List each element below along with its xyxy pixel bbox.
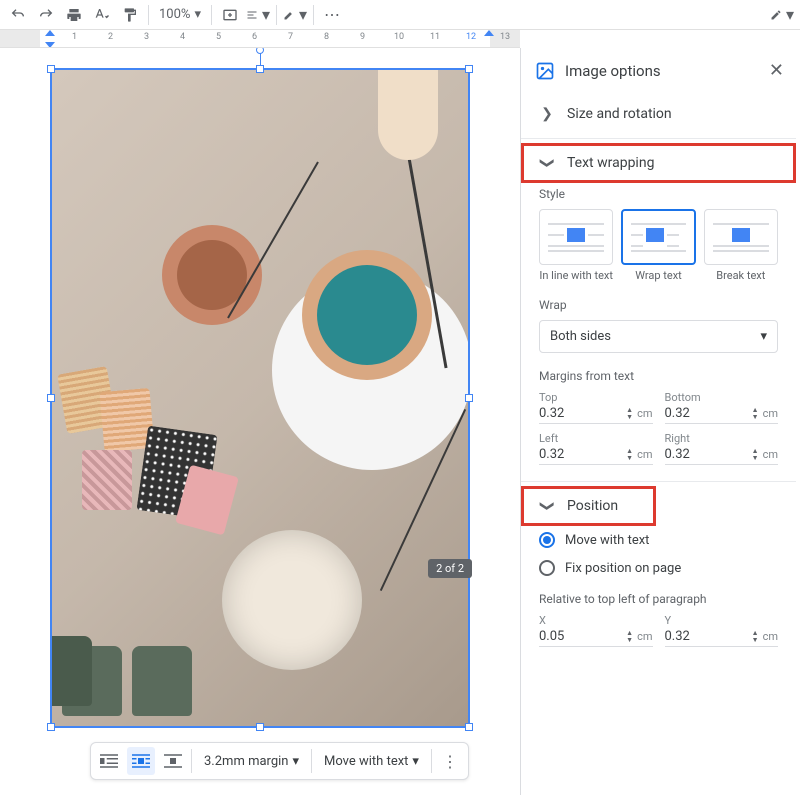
dropdown-icon: ▾ xyxy=(412,754,419,769)
radio-icon xyxy=(539,532,555,548)
margins-label: Margins from text xyxy=(539,369,778,383)
paint-format-icon[interactable] xyxy=(118,3,142,27)
dropdown-icon: ▾ xyxy=(760,329,767,344)
resize-handle[interactable] xyxy=(256,723,264,731)
selected-image[interactable]: 2 of 2 xyxy=(50,68,470,728)
radio-icon xyxy=(539,560,555,576)
image-icon xyxy=(535,61,555,81)
document-canvas[interactable]: 2 of 2 3.2mm margin ▾ Move with text ▾ xyxy=(0,48,520,795)
zoom-dropdown[interactable]: 100% ▾ xyxy=(155,7,205,22)
image-options-sidebar: Image options ✕ ❯ Size and rotation ❯ Te… xyxy=(520,48,800,795)
position-y-input[interactable] xyxy=(665,629,748,644)
wrap-break-button[interactable] xyxy=(159,747,187,775)
separator xyxy=(191,749,192,773)
separator xyxy=(276,5,277,25)
stepper-icon[interactable]: ▲▼ xyxy=(752,448,759,462)
close-icon[interactable]: ✕ xyxy=(767,58,786,83)
margin-dropdown[interactable]: 3.2mm margin ▾ xyxy=(196,747,307,775)
separator xyxy=(313,5,314,25)
style-option-inline[interactable]: In line with text xyxy=(539,209,613,282)
margin-left-input[interactable] xyxy=(539,447,622,462)
stepper-icon[interactable]: ▲▼ xyxy=(626,448,633,462)
margin-right-field: Right ▲▼ cm xyxy=(665,432,779,465)
wrap-inline-button[interactable] xyxy=(95,747,123,775)
separator xyxy=(311,749,312,773)
chevron-right-icon: ❯ xyxy=(539,106,555,122)
rotate-handle[interactable] xyxy=(256,48,264,54)
radio-fix-position[interactable]: Fix position on page xyxy=(539,554,778,582)
horizontal-ruler[interactable]: 1 2 3 4 5 6 7 8 9 10 11 12 13 xyxy=(0,30,520,48)
margin-right-input[interactable] xyxy=(665,447,748,462)
position-x-input[interactable] xyxy=(539,629,622,644)
result-badge: 2 of 2 xyxy=(428,559,472,578)
margin-marker[interactable] xyxy=(484,30,494,36)
align-icon[interactable]: ▾ xyxy=(246,3,270,27)
main-toolbar: 100% ▾ ▾ ▾ ⋯ ▾ xyxy=(0,0,800,30)
chevron-down-icon: ❯ xyxy=(539,155,555,171)
chevron-down-icon: ❯ xyxy=(539,498,555,514)
stepper-icon[interactable]: ▲▼ xyxy=(752,630,759,644)
margin-top-field: Top ▲▼ cm xyxy=(539,391,653,424)
border-color-icon[interactable]: ▾ xyxy=(283,3,307,27)
print-icon[interactable] xyxy=(62,3,86,27)
zoom-value: 100% xyxy=(159,7,190,22)
dropdown-icon: ▾ xyxy=(292,754,299,769)
resize-handle[interactable] xyxy=(465,723,473,731)
indent-marker[interactable] xyxy=(45,30,55,36)
wrap-label: Wrap xyxy=(539,298,778,312)
insert-image-icon[interactable] xyxy=(218,3,242,27)
separator xyxy=(211,5,212,25)
section-size-rotation[interactable]: ❯ Size and rotation xyxy=(521,94,796,134)
radio-move-with-text[interactable]: Move with text xyxy=(539,526,778,554)
separator xyxy=(431,749,432,773)
style-option-break[interactable]: Break text xyxy=(704,209,778,282)
separator xyxy=(148,5,149,25)
wrap-select[interactable]: Both sides ▾ xyxy=(539,320,778,353)
section-position[interactable]: ❯ Position xyxy=(521,486,656,526)
resize-handle[interactable] xyxy=(465,394,473,402)
style-option-wrap[interactable]: Wrap text xyxy=(621,209,695,282)
stepper-icon[interactable]: ▲▼ xyxy=(626,630,633,644)
relative-label: Relative to top left of paragraph xyxy=(539,592,778,606)
section-text-wrapping[interactable]: ❯ Text wrapping xyxy=(521,143,796,183)
resize-handle[interactable] xyxy=(47,65,55,73)
edit-icon[interactable]: ▾ xyxy=(770,3,794,27)
position-y-field: Y ▲▼ cm xyxy=(665,614,779,647)
margin-top-input[interactable] xyxy=(539,406,622,421)
resize-handle[interactable] xyxy=(465,65,473,73)
margin-bottom-input[interactable] xyxy=(665,406,748,421)
wrap-text-button[interactable] xyxy=(127,747,155,775)
resize-handle[interactable] xyxy=(47,723,55,731)
stepper-icon[interactable]: ▲▼ xyxy=(626,407,633,421)
margin-left-field: Left ▲▼ cm xyxy=(539,432,653,465)
margin-bottom-field: Bottom ▲▼ cm xyxy=(665,391,779,424)
undo-icon[interactable] xyxy=(6,3,30,27)
position-x-field: X ▲▼ cm xyxy=(539,614,653,647)
stepper-icon[interactable]: ▲▼ xyxy=(752,407,759,421)
move-dropdown[interactable]: Move with text ▾ xyxy=(316,747,427,775)
dropdown-icon: ▾ xyxy=(194,7,201,22)
image-content xyxy=(52,70,468,726)
resize-handle[interactable] xyxy=(256,65,264,73)
more-icon[interactable]: ⋯ xyxy=(320,3,344,27)
resize-handle[interactable] xyxy=(47,394,55,402)
redo-icon[interactable] xyxy=(34,3,58,27)
sidebar-title: Image options xyxy=(565,62,757,80)
sidebar-header: Image options ✕ xyxy=(521,48,800,94)
spellcheck-icon[interactable] xyxy=(90,3,114,27)
image-floating-toolbar: 3.2mm margin ▾ Move with text ▾ ⋮ xyxy=(90,742,469,780)
style-label: Style xyxy=(539,187,778,201)
more-options-icon[interactable]: ⋮ xyxy=(436,747,464,775)
